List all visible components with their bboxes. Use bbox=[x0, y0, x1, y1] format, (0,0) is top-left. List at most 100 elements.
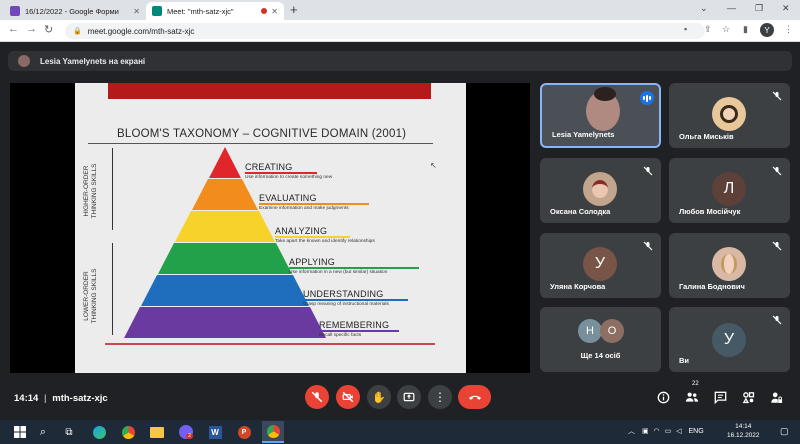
tab-meet[interactable]: Meet: "mth-satz-xjc" ✕ bbox=[146, 2, 284, 20]
notification-badge: 2 bbox=[186, 433, 194, 439]
start-button[interactable] bbox=[11, 423, 29, 441]
minimize-button[interactable]: — bbox=[727, 3, 736, 13]
new-tab-button[interactable]: + bbox=[290, 2, 298, 17]
mic-off-icon bbox=[311, 391, 323, 403]
forward-button[interactable]: → bbox=[26, 3, 37, 35]
participant-name: Ви bbox=[679, 356, 690, 365]
more-menu-icon[interactable]: ⋮ bbox=[784, 24, 793, 35]
mic-off-icon bbox=[772, 166, 782, 176]
pyramid-level-creating bbox=[209, 147, 241, 178]
wifi-icon[interactable]: ◠ bbox=[654, 428, 660, 435]
activities-button[interactable] bbox=[740, 389, 756, 405]
level-underline bbox=[275, 236, 350, 238]
task-view-icon[interactable]: ⧉ bbox=[60, 423, 78, 441]
activities-icon bbox=[742, 391, 754, 403]
level-name: EVALUATING bbox=[259, 193, 317, 203]
participant-tile[interactable]: Галина Боднович bbox=[669, 233, 790, 298]
level-description: Recall specific facts bbox=[319, 333, 362, 338]
recording-dot-icon bbox=[261, 8, 268, 14]
more-options-button[interactable]: ⋮ bbox=[428, 385, 452, 409]
more-participants-label: Ще 14 осіб bbox=[580, 351, 621, 360]
raise-hand-button[interactable]: ✋ bbox=[367, 385, 391, 409]
restore-button[interactable]: ❐ bbox=[755, 3, 763, 14]
close-window-button[interactable]: ✕ bbox=[782, 3, 790, 14]
speaking-indicator-icon bbox=[640, 91, 654, 105]
participant-tile[interactable]: У Уляна Корчова bbox=[540, 233, 661, 298]
side-panel-icon[interactable]: ▮ bbox=[743, 24, 748, 35]
battery-icon[interactable]: ▭ bbox=[665, 428, 672, 435]
system-tray[interactable]: ︿ ▣ ◠ ▭ ◁ ENG bbox=[628, 426, 704, 436]
back-button[interactable]: ← bbox=[8, 3, 19, 35]
level-description: Use information in a new (but similar) s… bbox=[289, 270, 388, 275]
close-icon[interactable]: ✕ bbox=[133, 7, 140, 16]
participant-avatar: У bbox=[712, 323, 746, 357]
participant-avatar bbox=[712, 247, 746, 281]
address-bar[interactable]: 🔒 meet.google.com/mth-satz-xjc bbox=[65, 23, 705, 39]
presenting-label: Lesia Yamelynets на екрані bbox=[40, 56, 146, 66]
participant-count-badge: 22 bbox=[692, 381, 699, 387]
powerpoint-icon[interactable]: P bbox=[235, 423, 253, 441]
participant-tile[interactable]: Оксана Солодка bbox=[540, 158, 661, 223]
participant-name: Уляна Корчова bbox=[550, 282, 606, 291]
pyramid-level-analyzing bbox=[175, 211, 275, 242]
search-icon[interactable]: ⌕ bbox=[34, 423, 52, 441]
language-indicator[interactable]: ENG bbox=[689, 428, 704, 435]
pyramid-level-applying bbox=[158, 243, 292, 274]
profile-avatar[interactable]: Y bbox=[760, 23, 774, 37]
participant-name: Галина Боднович bbox=[679, 282, 745, 291]
level-underline bbox=[289, 267, 419, 269]
camera-toggle-button[interactable] bbox=[336, 385, 360, 409]
participant-tile[interactable]: Ольга Миськів bbox=[669, 83, 790, 148]
meeting-details-button[interactable] bbox=[655, 389, 671, 405]
mic-off-icon bbox=[772, 241, 782, 251]
pyramid-level-evaluating bbox=[192, 179, 258, 210]
meeting-code: mth-satz-xjc bbox=[52, 393, 108, 404]
chevron-up-icon[interactable]: ︿ bbox=[628, 428, 635, 435]
camera-indicator-icon[interactable]: ▪ bbox=[684, 24, 687, 34]
reload-button[interactable]: ↻ bbox=[44, 3, 53, 36]
clock-time: 14:14 bbox=[735, 423, 752, 430]
viber-icon[interactable] bbox=[177, 423, 195, 441]
chrome-icon[interactable] bbox=[119, 423, 137, 441]
mic-toggle-button[interactable] bbox=[305, 385, 329, 409]
pyramid-level-understanding bbox=[141, 275, 309, 306]
mic-off-icon bbox=[643, 166, 653, 176]
slide-footer-line bbox=[105, 343, 435, 345]
close-icon[interactable]: ✕ bbox=[271, 7, 278, 16]
level-description: Examine information and make judgments bbox=[259, 206, 349, 211]
participant-video-hair bbox=[594, 87, 616, 101]
people-button[interactable] bbox=[684, 389, 700, 405]
tab-search-chevron-icon[interactable]: ⌄ bbox=[700, 3, 708, 14]
taskbar-clock[interactable]: 14:14 16.12.2022 bbox=[727, 422, 760, 440]
speaker-icon[interactable]: ◁ bbox=[676, 428, 681, 435]
bloom-pyramid bbox=[124, 147, 326, 338]
cursor-icon: ↖ bbox=[430, 161, 437, 170]
participant-tile-others[interactable]: Н О Ще 14 осіб bbox=[540, 307, 661, 372]
present-icon bbox=[403, 392, 415, 402]
lock-person-icon bbox=[770, 392, 782, 403]
participant-tile-self[interactable]: У Ви bbox=[669, 307, 790, 372]
network-icon[interactable]: ▣ bbox=[642, 428, 649, 435]
participant-avatar bbox=[712, 97, 746, 131]
bookmark-star-icon[interactable]: ☆ bbox=[722, 24, 730, 35]
mic-off-icon bbox=[643, 241, 653, 251]
tab-title: Meet: "mth-satz-xjc" bbox=[167, 6, 234, 16]
participant-avatar: Л bbox=[712, 172, 746, 206]
windows-logo-icon bbox=[14, 426, 26, 438]
chat-button[interactable] bbox=[712, 389, 728, 405]
chrome-active-icon[interactable] bbox=[262, 421, 284, 443]
share-icon[interactable]: ⇪ bbox=[704, 24, 712, 35]
participant-name: Ольга Миськів bbox=[679, 132, 734, 141]
more-vert-icon: ⋮ bbox=[434, 390, 446, 404]
file-explorer-icon[interactable] bbox=[148, 423, 166, 441]
participant-tile[interactable]: Lesia Yamelynets bbox=[540, 83, 661, 148]
presenting-banner: Lesia Yamelynets на екрані bbox=[8, 51, 792, 71]
notifications-icon[interactable]: ▢ bbox=[780, 426, 789, 437]
info-icon bbox=[657, 391, 669, 403]
word-icon[interactable]: W bbox=[206, 423, 224, 441]
participant-tile[interactable]: Л Любов Мосійчук bbox=[669, 158, 790, 223]
host-controls-button[interactable] bbox=[768, 389, 784, 405]
edge-icon[interactable] bbox=[90, 423, 108, 441]
present-now-button[interactable] bbox=[397, 385, 421, 409]
leave-call-button[interactable] bbox=[458, 385, 491, 409]
